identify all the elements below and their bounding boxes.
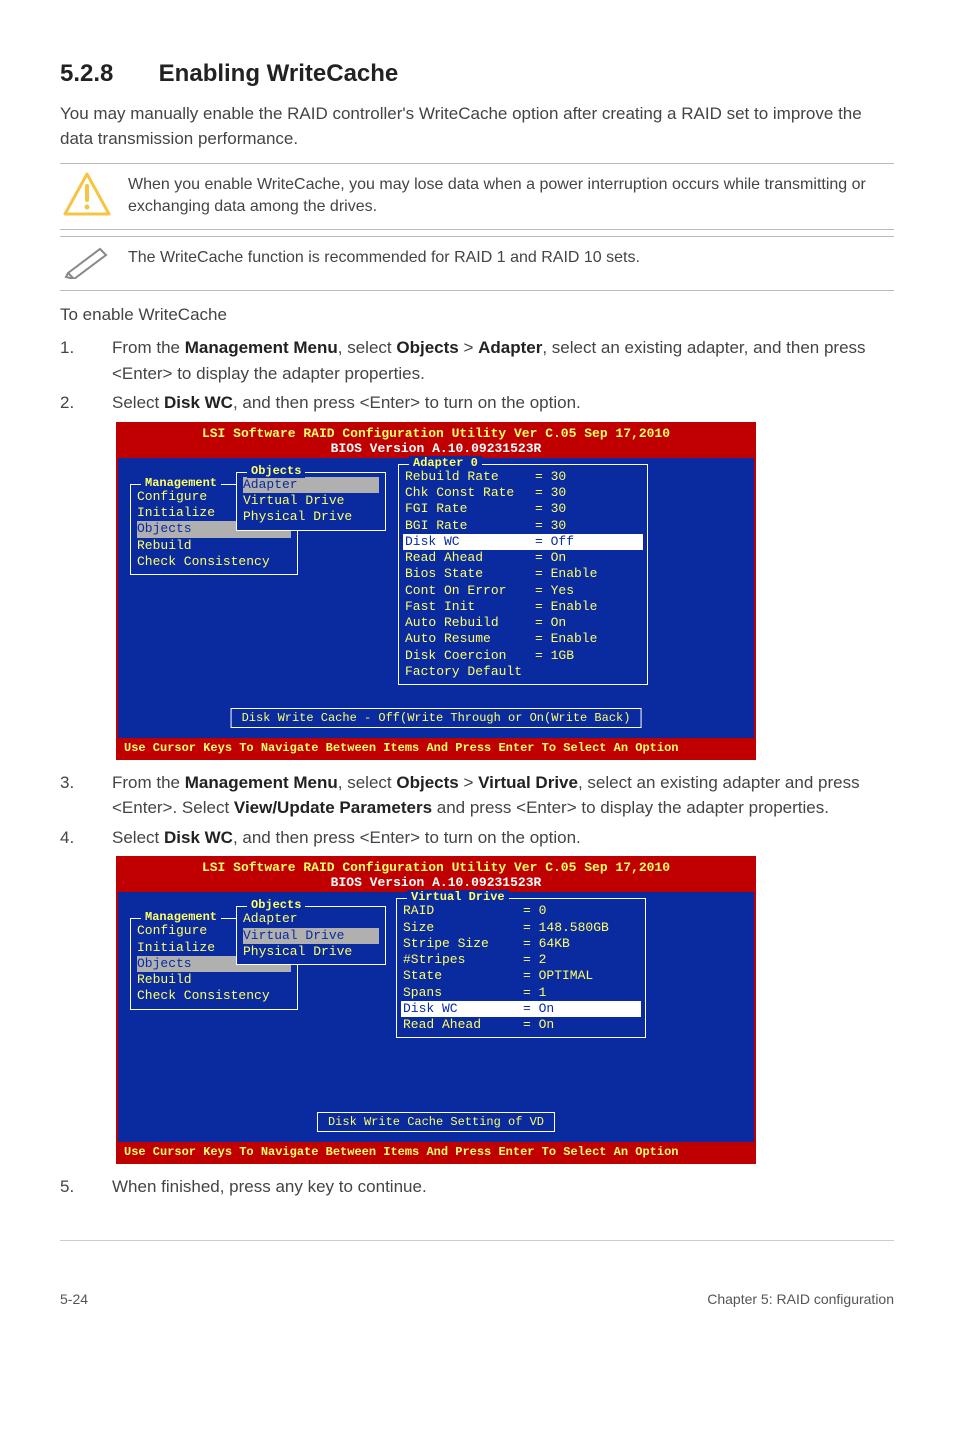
pencil-icon	[62, 243, 112, 284]
vd-size[interactable]: Size= 148.580GB	[403, 920, 639, 936]
objects-item-adapter[interactable]: Adapter	[243, 477, 379, 493]
prop-bgi-rate[interactable]: BGI Rate= 30	[405, 518, 641, 534]
objects-item-physical-drive[interactable]: Physical Drive	[243, 509, 379, 525]
prop-rebuild-rate[interactable]: Rebuild Rate= 30	[405, 469, 641, 485]
menu-item-check-consistency[interactable]: Check Consistency	[137, 988, 291, 1004]
bios-screenshot-virtual-drive: LSI Software RAID Configuration Utility …	[116, 856, 756, 1164]
management-legend: Management	[141, 476, 221, 490]
bios-title: LSI Software RAID Configuration Utility …	[118, 858, 754, 875]
bios-screenshot-adapter: LSI Software RAID Configuration Utility …	[116, 422, 756, 760]
step-number: 3.	[60, 770, 88, 821]
vd-read-ahead[interactable]: Read Ahead= On	[403, 1017, 639, 1033]
step-2: 2. Select Disk WC, and then press <Enter…	[60, 390, 894, 416]
objects-legend: Objects	[247, 898, 305, 912]
prop-cont-on-error[interactable]: Cont On Error= Yes	[405, 583, 641, 599]
adapter-legend: Adapter 0	[409, 456, 482, 470]
prop-factory-default[interactable]: Factory Default	[405, 664, 641, 680]
step-3: 3. From the Management Menu, select Obje…	[60, 770, 894, 821]
tip-text: The WriteCache function is recommended f…	[128, 243, 894, 273]
tip-note: The WriteCache function is recommended f…	[60, 236, 894, 291]
step-text: When finished, press any key to continue…	[112, 1174, 894, 1200]
management-legend: Management	[141, 910, 221, 924]
warning-note: When you enable WriteCache, you may lose…	[60, 163, 894, 230]
section-heading: 5.2.8 Enabling WriteCache	[60, 60, 894, 88]
bios-title: LSI Software RAID Configuration Utility …	[118, 424, 754, 441]
menu-item-rebuild[interactable]: Rebuild	[137, 538, 291, 554]
intro-paragraph: You may manually enable the RAID control…	[60, 102, 894, 151]
prop-chk-const-rate[interactable]: Chk Const Rate= 30	[405, 485, 641, 501]
vd-stripe-size[interactable]: Stripe Size= 64KB	[403, 936, 639, 952]
prop-bios-state[interactable]: Bios State= Enable	[405, 566, 641, 582]
vd-spans[interactable]: Spans= 1	[403, 985, 639, 1001]
bios-footer-hint: Use Cursor Keys To Navigate Between Item…	[118, 738, 754, 758]
objects-item-physical-drive[interactable]: Physical Drive	[243, 944, 379, 960]
page-footer: 5-24 Chapter 5: RAID configuration	[60, 1291, 894, 1307]
adapter-properties-panel: Adapter 0 Rebuild Rate= 30 Chk Const Rat…	[398, 464, 648, 685]
prop-auto-resume[interactable]: Auto Resume= Enable	[405, 631, 641, 647]
procedure-heading: To enable WriteCache	[60, 305, 894, 325]
step-5: 5. When finished, press any key to conti…	[60, 1174, 894, 1200]
prop-fgi-rate[interactable]: FGI Rate= 30	[405, 501, 641, 517]
objects-item-virtual-drive[interactable]: Virtual Drive	[243, 928, 379, 944]
prop-disk-coercion[interactable]: Disk Coercion= 1GB	[405, 648, 641, 664]
menu-item-check-consistency[interactable]: Check Consistency	[137, 554, 291, 570]
page-number: 5-24	[60, 1291, 88, 1307]
objects-panel: Objects Adapter Virtual Drive Physical D…	[236, 472, 386, 531]
step-number: 1.	[60, 335, 88, 386]
prop-read-ahead[interactable]: Read Ahead= On	[405, 550, 641, 566]
objects-legend: Objects	[247, 464, 305, 478]
virtual-drive-legend: Virtual Drive	[407, 890, 509, 904]
section-title-text: Enabling WriteCache	[159, 60, 399, 87]
step-1: 1. From the Management Menu, select Obje…	[60, 335, 894, 386]
prop-auto-rebuild[interactable]: Auto Rebuild= On	[405, 615, 641, 631]
prop-disk-wc[interactable]: Disk WC= Off	[403, 534, 643, 550]
step-4: 4. Select Disk WC, and then press <Enter…	[60, 825, 894, 851]
chapter-label: Chapter 5: RAID configuration	[707, 1291, 894, 1307]
section-number: 5.2.8	[60, 60, 152, 88]
status-message: Disk Write Cache - Off(Write Through or …	[231, 708, 642, 728]
warning-triangle-icon	[63, 170, 111, 223]
status-message: Disk Write Cache Setting of VD	[317, 1112, 555, 1132]
vd-raid[interactable]: RAID= 0	[403, 903, 639, 919]
objects-item-adapter[interactable]: Adapter	[243, 911, 379, 927]
vd-state[interactable]: State= OPTIMAL	[403, 968, 639, 984]
prop-fast-init[interactable]: Fast Init= Enable	[405, 599, 641, 615]
vd-disk-wc[interactable]: Disk WC= On	[401, 1001, 641, 1017]
menu-item-rebuild[interactable]: Rebuild	[137, 972, 291, 988]
objects-item-virtual-drive[interactable]: Virtual Drive	[243, 493, 379, 509]
step-number: 5.	[60, 1174, 88, 1200]
step-number: 4.	[60, 825, 88, 851]
bios-footer-hint: Use Cursor Keys To Navigate Between Item…	[118, 1142, 754, 1162]
vd-stripes[interactable]: #Stripes= 2	[403, 952, 639, 968]
virtual-drive-panel: Virtual Drive RAID= 0 Size= 148.580GB St…	[396, 898, 646, 1038]
step-number: 2.	[60, 390, 88, 416]
objects-panel: Objects Adapter Virtual Drive Physical D…	[236, 906, 386, 965]
warning-text: When you enable WriteCache, you may lose…	[128, 170, 894, 221]
